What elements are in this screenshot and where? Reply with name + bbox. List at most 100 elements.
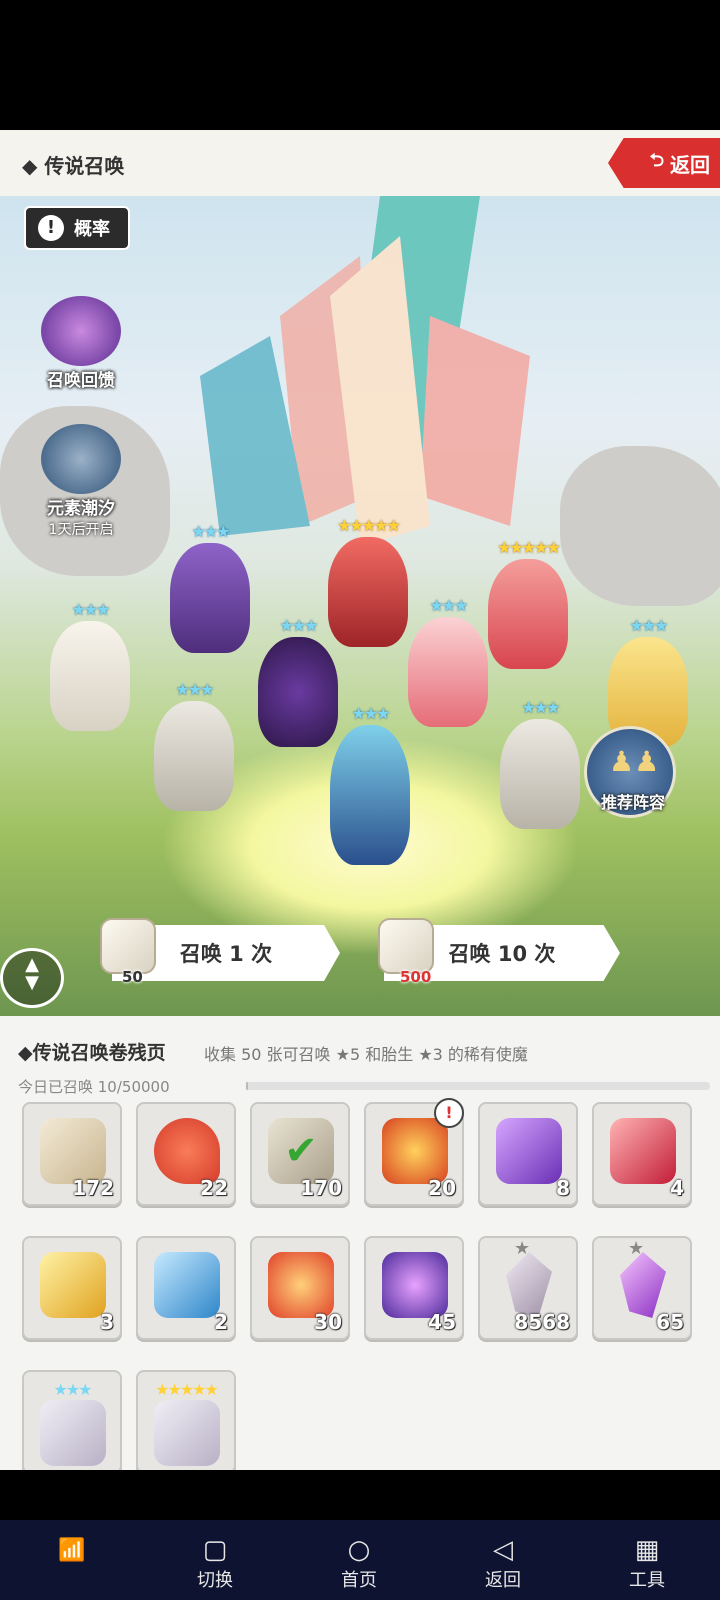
daily-progress-fill: [246, 1082, 249, 1090]
daily-summon-count: 今日已召唤 10/50000: [18, 1078, 170, 1096]
wifi-icon: 📶: [58, 1538, 86, 1563]
inventory-slot[interactable]: 45: [364, 1236, 464, 1340]
summon-once-cost: 50: [122, 968, 143, 986]
item-count: 22: [200, 1176, 228, 1200]
hero-gray-elder-right: ★★★: [490, 698, 590, 829]
inventory-slot[interactable]: ★★★: [22, 1370, 122, 1470]
hero-chef: ★★★: [40, 600, 140, 731]
hero-stars: ★★★: [521, 698, 560, 717]
back-button[interactable]: ⮌ 返回: [608, 138, 720, 188]
hero-figure: [154, 701, 234, 811]
hero-figure: [330, 725, 410, 865]
item-count: 65: [656, 1310, 684, 1334]
inventory-slot[interactable]: 22: [136, 1102, 236, 1206]
hero-figure: [408, 617, 488, 727]
hero-stars: ★★★: [71, 600, 110, 619]
probability-button[interactable]: ! 概率: [24, 206, 130, 250]
inventory-slot[interactable]: 172: [22, 1102, 122, 1206]
item-count: 2: [214, 1310, 228, 1334]
item-count: 170: [300, 1176, 342, 1200]
summon-scroll-icon: [100, 918, 156, 974]
blue-scroll-icon: [154, 1252, 220, 1318]
back-button-label: 返回: [670, 154, 710, 177]
orange-orb-icon: [268, 1252, 334, 1318]
inventory-slot[interactable]: ★ 65: [592, 1236, 692, 1340]
triangle-back-icon: ◁: [493, 1535, 513, 1565]
nav-home-label: 首页: [341, 1570, 377, 1591]
panel-description: 收集 50 张可召唤 ★5 和胎生 ★3 的稀有使魔: [204, 1045, 528, 1064]
nav-tools-label: 工具: [629, 1570, 665, 1591]
nav-switch-button[interactable]: ▢ 切换: [180, 1534, 250, 1592]
tide-icon: [41, 424, 121, 494]
hero-stars: ★★★★★: [497, 538, 561, 557]
grid-icon: ▦: [634, 1535, 660, 1565]
summon-ten-cost: 500: [400, 968, 432, 986]
item-count: 8568: [514, 1310, 570, 1334]
silver-ring-icon: [40, 1400, 106, 1466]
item-stars: ★★★: [53, 1380, 92, 1399]
fire-orb-icon: [382, 1118, 448, 1184]
item-count: 172: [72, 1176, 114, 1200]
recommend-team-button[interactable]: ♟♟ 推荐阵容: [584, 726, 676, 818]
hero-gray-elder-left: ★★★: [144, 680, 244, 811]
inventory-slot[interactable]: 3: [22, 1236, 122, 1340]
item-count: 8: [556, 1176, 570, 1200]
hero-stars: ★★★: [279, 616, 318, 635]
check-scroll-icon: ✔: [268, 1118, 334, 1184]
header-bar: ◆ 传说召唤 ⮌ 返回: [0, 130, 720, 196]
rock-right: [560, 446, 720, 606]
alert-badge: !: [434, 1098, 464, 1128]
inventory-slot[interactable]: ★ 8568: [478, 1236, 578, 1340]
element-tide-label: 元素潮汐: [47, 499, 115, 519]
hero-stars: ★★★★★: [337, 516, 401, 535]
hero-figure: [488, 559, 568, 669]
panel-title: ◆传说召唤卷残页: [18, 1042, 166, 1064]
circle-icon: ○: [347, 1535, 371, 1565]
gold-scroll-icon: [40, 1252, 106, 1318]
inventory-slot[interactable]: 2: [136, 1236, 236, 1340]
nav-switch-label: 切换: [197, 1570, 233, 1591]
hero-yellow-beast: ★★★: [598, 616, 698, 747]
element-tide-sub: 1天后开启: [48, 522, 114, 538]
item-count: 3: [100, 1310, 114, 1334]
hero-stars: ★★★: [429, 596, 468, 615]
hero-stars: ★★★: [629, 616, 668, 635]
hero-stars: ★★★: [351, 704, 390, 723]
inventory-slot[interactable]: 4: [592, 1102, 692, 1206]
summon-banner: ! 概率 召唤回馈 元素潮汐 1天后开启 ★★★ ★★★ ★★★★★ ★★★★★…: [0, 196, 720, 1016]
inventory-slot[interactable]: ! 20: [364, 1098, 464, 1206]
scroll-toggle-button[interactable]: ▲ ▼: [0, 948, 64, 1008]
nav-back-button[interactable]: ◁ 返回: [468, 1534, 538, 1592]
inventory-slot[interactable]: ★★★★★: [136, 1370, 236, 1470]
inventory-slot[interactable]: 8: [478, 1102, 578, 1206]
alert-icon: !: [38, 215, 64, 241]
probability-label: 概率: [74, 219, 110, 240]
bottom-gap: [0, 1470, 720, 1520]
violet-orb-icon: [382, 1252, 448, 1318]
return-arrow-icon: ⮌: [649, 150, 664, 170]
white-scroll-icon: [40, 1118, 106, 1184]
hero-figure: [170, 543, 250, 653]
hero-blue-spirit: ★★★: [320, 704, 420, 865]
daily-progress-bar: [246, 1082, 710, 1090]
summon-ten-label: 召唤 10 次: [448, 942, 556, 966]
system-navbar: 📶 ▢ 切换 ○ 首页 ◁ 返回 ▦ 工具: [0, 1520, 720, 1600]
item-count: 45: [428, 1310, 456, 1334]
summon-feedback-label: 召唤回馈: [47, 371, 115, 391]
item-stars: ★★★★★: [155, 1380, 219, 1399]
gift-icon: [41, 296, 121, 366]
summon-once-label: 召唤 1 次: [179, 942, 273, 966]
gray-crystal-icon: [506, 1252, 552, 1318]
hero-figure: [500, 719, 580, 829]
item-count: 20: [428, 1176, 456, 1200]
purple-crystal-icon: [620, 1252, 666, 1318]
nav-tools-button[interactable]: ▦ 工具: [612, 1534, 682, 1592]
hero-stars: ★★★: [191, 522, 230, 541]
inventory-slot[interactable]: ✔ 170: [250, 1102, 350, 1206]
inventory-slot[interactable]: 30: [250, 1236, 350, 1340]
nav-home-button[interactable]: ○ 首页: [324, 1534, 394, 1592]
element-tide-button[interactable]: 元素潮汐 1天后开启: [26, 424, 136, 539]
item-count: 4: [670, 1176, 684, 1200]
silver-ring-icon: [154, 1400, 220, 1466]
summon-feedback-button[interactable]: 召唤回馈: [26, 296, 136, 391]
